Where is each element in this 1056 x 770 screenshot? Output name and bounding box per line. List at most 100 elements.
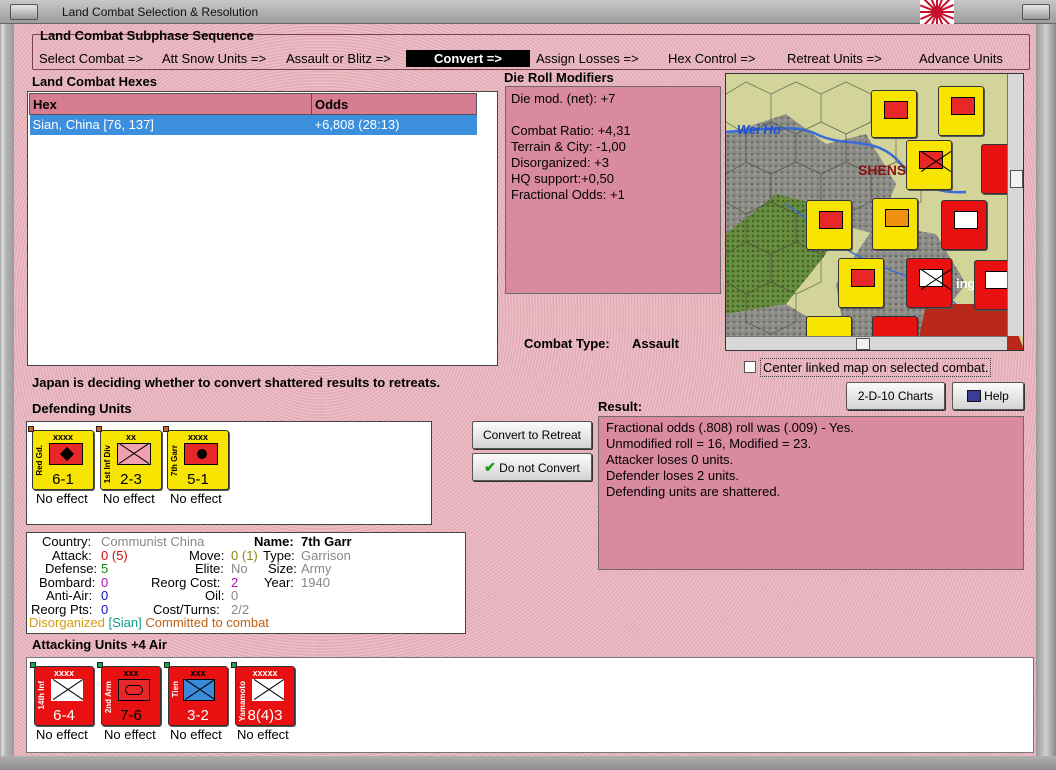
checkmark-icon: ✔ xyxy=(484,459,496,475)
mountain-infantry-icon xyxy=(183,679,215,701)
unit-info-panel: Country: Communist China Name: 7th Garr … xyxy=(26,532,466,634)
drm-line: Terrain & City: -1,00 xyxy=(511,139,626,154)
year-label: Year: xyxy=(264,574,294,590)
result-line: Fractional odds (.808) roll was (.009) -… xyxy=(606,420,854,435)
map-label-river: Wei Ho xyxy=(737,122,781,137)
unit-size: xxxxx xyxy=(252,668,278,678)
attacking-unit-counter[interactable]: xxxx 14th Inf 6-4 xyxy=(34,666,94,726)
defending-heading: Defending Units xyxy=(32,401,132,416)
unit-value: 7-6 xyxy=(120,707,142,724)
drm-line: Fractional Odds: +1 xyxy=(511,187,625,202)
status-dot-icon xyxy=(28,426,34,432)
drm-panel: Die mod. (net): +7 Combat Ratio: +4,31 T… xyxy=(505,86,721,294)
phase-hex-control: Hex Control => xyxy=(668,51,756,66)
unit-status-line: Disorganized [Sian] Committed to combat xyxy=(29,616,269,629)
map-label-region: SHENS xyxy=(858,162,907,178)
defending-unit-counter[interactable]: xxxx Red Gd. 6-1 xyxy=(32,430,94,490)
unit-name: Tien xyxy=(171,681,180,698)
map-counter[interactable] xyxy=(871,90,917,138)
map-vertical-scrollbar[interactable] xyxy=(1007,74,1023,336)
help-button-label: Help xyxy=(984,389,1009,403)
system-menu-button[interactable] xyxy=(10,4,38,20)
window-title: Land Combat Selection & Resolution xyxy=(62,5,259,19)
attacking-heading: Attacking Units +4 Air xyxy=(32,637,167,652)
hex-cell[interactable]: Sian, China [76, 137] xyxy=(29,114,312,135)
status-dot-icon xyxy=(97,662,103,668)
status-message: Japan is deciding whether to convert sha… xyxy=(32,375,441,390)
drm-line: Disorganized: +3 xyxy=(511,155,609,170)
size-value: Army xyxy=(301,561,332,576)
column-header-hex[interactable]: Hex xyxy=(29,93,312,115)
move-value: 0 (1) xyxy=(231,547,258,563)
unit-size: xxx xyxy=(190,668,206,678)
attack-value: 0 (5) xyxy=(101,547,128,563)
linked-map[interactable]: Wei Ho SHENS ing xyxy=(725,73,1024,351)
map-counter[interactable] xyxy=(906,140,952,190)
map-counter[interactable] xyxy=(941,200,987,250)
size-label: Size: xyxy=(268,561,297,576)
unit-value: 6-1 xyxy=(52,471,74,488)
do-not-convert-button[interactable]: ✔ Do not Convert xyxy=(472,453,592,481)
close-button[interactable] xyxy=(1022,4,1050,20)
phase-assault-or-blitz: Assault or Blitz => xyxy=(286,51,391,66)
phase-convert-active: Convert => xyxy=(406,50,530,67)
country-value: Communist China xyxy=(101,534,205,549)
drm-line: HQ support:+0,50 xyxy=(511,171,614,186)
unit-size: xx xyxy=(125,432,136,442)
attacking-unit-counter[interactable]: xxxxx Yamamoto 8(4)3 xyxy=(235,666,295,726)
do-not-convert-label: Do not Convert xyxy=(499,461,580,475)
book-icon xyxy=(967,390,982,402)
defending-unit-counter[interactable]: xxxx 7th Garr 5-1 xyxy=(167,430,229,490)
antiair-value: 0 xyxy=(101,588,109,603)
hexes-list[interactable]: Hex Odds Sian, China [76, 137] +6,808 (2… xyxy=(27,91,498,366)
map-counter[interactable] xyxy=(806,200,852,250)
defense-label: Defense: xyxy=(45,561,98,576)
unit-effect: No effect xyxy=(170,491,222,506)
map-horizontal-scrollbar[interactable] xyxy=(726,336,1007,350)
convert-to-retreat-button[interactable]: Convert to Retreat xyxy=(472,421,592,449)
reorg-pts-label: Reorg Pts: xyxy=(31,601,93,617)
hexes-heading: Land Combat Hexes xyxy=(32,74,157,89)
oil-value: 0 xyxy=(231,588,239,603)
cost-turns-label: Cost/Turns: xyxy=(153,601,220,617)
country-label: Country: xyxy=(42,534,92,549)
status-committed: Committed to combat xyxy=(145,615,269,630)
unit-effect: No effect xyxy=(36,727,88,742)
bombard-value: 0 xyxy=(101,574,109,590)
map-horizontal-scroll-thumb[interactable] xyxy=(856,338,870,350)
center-map-checkbox[interactable] xyxy=(744,361,756,373)
phase-select-combat: Select Combat => xyxy=(39,51,144,66)
drm-line: Die mod. (net): +7 xyxy=(511,91,616,106)
combat-type-label: Combat Type: xyxy=(524,336,610,351)
unit-size: xxxx xyxy=(53,668,75,678)
antiair-label: Anti-Air: xyxy=(46,588,93,603)
map-counter[interactable] xyxy=(938,86,984,136)
name-label: Name: xyxy=(254,534,294,549)
column-header-odds[interactable]: Odds xyxy=(311,93,477,115)
result-line: Defending units are shattered. xyxy=(606,484,781,499)
odds-cell[interactable]: +6,808 (28:13) xyxy=(311,114,477,135)
map-counter-active[interactable] xyxy=(872,198,918,250)
status-disorganized: Disorganized xyxy=(29,615,105,630)
result-line: Unmodified roll = 16, Modified = 23. xyxy=(606,436,812,451)
map-vertical-scroll-thumb[interactable] xyxy=(1010,170,1023,188)
map-counter[interactable] xyxy=(906,258,952,308)
defense-value: 5 xyxy=(101,561,109,576)
result-heading: Result: xyxy=(598,399,643,414)
attacking-unit-counter[interactable]: xxx 2nd Arm 7-6 xyxy=(101,666,161,726)
unit-effect: No effect xyxy=(170,727,222,742)
unit-type-icon xyxy=(49,443,83,465)
result-line: Defender loses 2 units. xyxy=(606,468,739,483)
charts-button[interactable]: 2-D-10 Charts xyxy=(846,382,945,410)
attacking-unit-counter[interactable]: xxx Tien 3-2 xyxy=(168,666,228,726)
help-button[interactable]: Help xyxy=(952,382,1024,410)
name-value: 7th Garr xyxy=(301,534,352,549)
armor-icon xyxy=(118,679,150,701)
result-panel: Fractional odds (.808) roll was (.009) -… xyxy=(598,416,1024,570)
center-map-checkbox-label[interactable]: Center linked map on selected combat. xyxy=(760,358,992,377)
map-counter[interactable] xyxy=(838,258,884,308)
unit-effect: No effect xyxy=(104,727,156,742)
defending-unit-counter[interactable]: xx 1st Inf Div 2-3 xyxy=(100,430,162,490)
reorg-cost-label: Reorg Cost: xyxy=(151,574,221,590)
table-row[interactable]: Sian, China [76, 137] +6,808 (28:13) xyxy=(29,114,477,135)
